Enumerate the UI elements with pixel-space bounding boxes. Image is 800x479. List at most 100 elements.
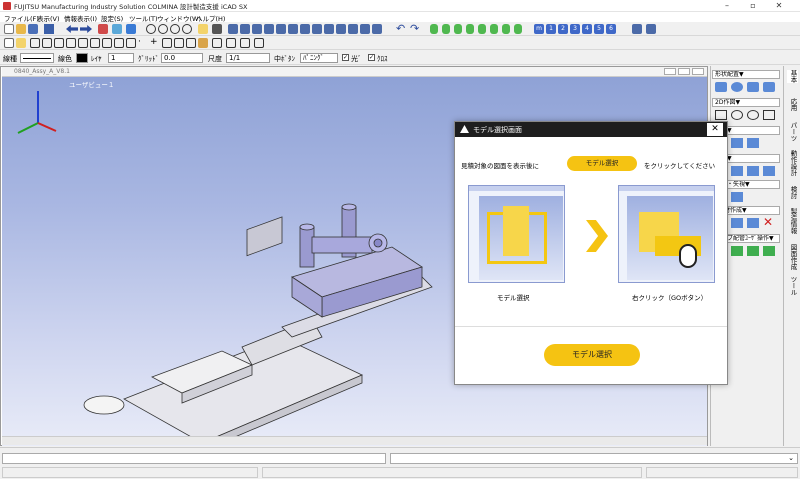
layer-green-5-icon[interactable]	[478, 24, 486, 34]
pipe-2-icon[interactable]	[731, 246, 743, 256]
operate-2-icon[interactable]	[731, 166, 743, 176]
tab-motion-design[interactable]: 動作設計	[787, 150, 798, 176]
print-icon[interactable]	[44, 24, 54, 34]
view-right-icon[interactable]	[312, 24, 322, 34]
grid-select[interactable]: 0.0	[161, 53, 203, 63]
maximize-button[interactable]: ▫	[742, 0, 764, 12]
layer-green-2-icon[interactable]	[442, 24, 450, 34]
view-front-icon[interactable]	[228, 24, 238, 34]
correct-3-icon[interactable]	[747, 138, 759, 148]
view-wire-icon[interactable]	[360, 24, 370, 34]
tab-parts[interactable]: パーツ	[787, 122, 798, 142]
layer-green-1-icon[interactable]	[430, 24, 438, 34]
2d-arc-icon[interactable]	[747, 110, 759, 120]
panel-header-2d[interactable]: 2D作図▼	[712, 98, 780, 107]
mode-1-icon[interactable]: 1	[546, 24, 556, 34]
tab-drawing[interactable]: 図面作成	[787, 244, 798, 270]
save-icon[interactable]	[28, 24, 38, 34]
beam-2-icon[interactable]	[731, 218, 743, 228]
display-icon[interactable]	[212, 24, 222, 34]
line-type-select[interactable]	[20, 53, 54, 63]
tangent-icon[interactable]	[186, 38, 196, 48]
zoom-out-icon[interactable]	[158, 24, 168, 34]
view-user-icon[interactable]	[324, 24, 334, 34]
shape-box-icon[interactable]	[715, 82, 727, 92]
highlight-icon[interactable]	[198, 24, 208, 34]
layer-green-6-icon[interactable]	[490, 24, 498, 34]
angle-icon[interactable]	[254, 38, 264, 48]
dot-icon[interactable]: ·	[138, 38, 148, 48]
tool-icon[interactable]	[646, 24, 656, 34]
zoom-window-icon[interactable]	[170, 24, 180, 34]
view-back-icon[interactable]	[276, 24, 286, 34]
tab-applied[interactable]: 応用	[787, 98, 798, 111]
shape-icon[interactable]	[54, 38, 64, 48]
view-top-icon[interactable]	[240, 24, 250, 34]
line-icon[interactable]	[30, 38, 40, 48]
mode-6-icon[interactable]: 6	[606, 24, 616, 34]
tab-tools[interactable]: ツール	[787, 276, 798, 296]
cross-icon[interactable]	[42, 38, 52, 48]
mode-4-icon[interactable]: 4	[582, 24, 592, 34]
view-section-icon[interactable]	[336, 24, 346, 34]
inline-model-select-button[interactable]: モデル選択	[567, 156, 637, 171]
layer-green-3-icon[interactable]	[454, 24, 462, 34]
operate-4-icon[interactable]	[763, 166, 775, 176]
select-icon[interactable]	[4, 38, 14, 48]
measure-icon[interactable]	[632, 24, 642, 34]
dialog-close-button[interactable]: ✕	[707, 123, 723, 136]
2d-circle-icon[interactable]	[731, 110, 743, 120]
layer-green-7-icon[interactable]	[502, 24, 510, 34]
tab-review[interactable]: 検討	[787, 186, 798, 199]
2d-line-icon[interactable]	[715, 110, 727, 120]
polygon-icon[interactable]	[66, 38, 76, 48]
undo-icon[interactable]: ↶	[396, 23, 406, 34]
render-icon[interactable]	[112, 24, 122, 34]
zoom-fit-icon[interactable]	[182, 24, 192, 34]
tab-basic[interactable]: 基本	[787, 70, 798, 83]
beam-3-icon[interactable]	[747, 218, 759, 228]
box-icon[interactable]	[102, 38, 112, 48]
scale-select[interactable]: 1/1	[226, 53, 270, 63]
plus-icon[interactable]: +	[150, 38, 160, 48]
midpoint-icon[interactable]	[162, 38, 172, 48]
element-icon[interactable]	[16, 38, 26, 48]
middle-button-select[interactable]: ﾊﾟﾆﾝｸﾞ	[300, 53, 338, 63]
correct-2-icon[interactable]	[731, 138, 743, 148]
shape-cone-icon[interactable]	[747, 82, 759, 92]
view-hidden-icon[interactable]	[348, 24, 358, 34]
layer-select[interactable]: 1	[108, 53, 134, 63]
tab-manufacturing-info[interactable]: 製造情報	[787, 208, 798, 234]
mode-3-icon[interactable]: 3	[570, 24, 580, 34]
line-color-swatch[interactable]	[76, 53, 88, 63]
pipe-4-icon[interactable]	[763, 246, 775, 256]
redo-icon[interactable]: ↷	[410, 23, 420, 34]
command-input[interactable]	[2, 453, 386, 464]
child-minimize-button[interactable]	[664, 68, 676, 75]
view-bottom-icon[interactable]	[288, 24, 298, 34]
mode-m-icon[interactable]: m	[534, 24, 544, 34]
view-side-icon[interactable]	[252, 24, 262, 34]
arrow-left-icon[interactable]	[66, 25, 78, 33]
zoom-in-icon[interactable]	[146, 24, 156, 34]
model-select-button[interactable]: モデル選択	[544, 344, 640, 366]
viewport-horizontal-scrollbar[interactable]	[2, 436, 707, 445]
child-close-button[interactable]	[692, 68, 704, 75]
distance-icon[interactable]	[240, 38, 250, 48]
shade-icon[interactable]	[126, 24, 136, 34]
2d-delete-icon[interactable]	[763, 110, 775, 120]
panel-header-shape[interactable]: 形状配置▼	[712, 70, 780, 79]
view-iso-icon[interactable]	[264, 24, 274, 34]
cross-checkbox[interactable]: ✓	[368, 54, 375, 61]
center-icon[interactable]	[114, 38, 124, 48]
new-file-icon[interactable]	[4, 24, 14, 34]
grid-icon[interactable]	[90, 38, 100, 48]
close-window-button[interactable]: ✕	[768, 0, 790, 12]
mode-2-icon[interactable]: 2	[558, 24, 568, 34]
child-restore-button[interactable]	[678, 68, 690, 75]
intersect-icon[interactable]	[174, 38, 184, 48]
view-shaded-icon[interactable]	[372, 24, 382, 34]
open-folder-icon[interactable]	[16, 24, 26, 34]
status-dropdown[interactable]: ⌄	[390, 453, 798, 464]
view-left-icon[interactable]	[300, 24, 310, 34]
